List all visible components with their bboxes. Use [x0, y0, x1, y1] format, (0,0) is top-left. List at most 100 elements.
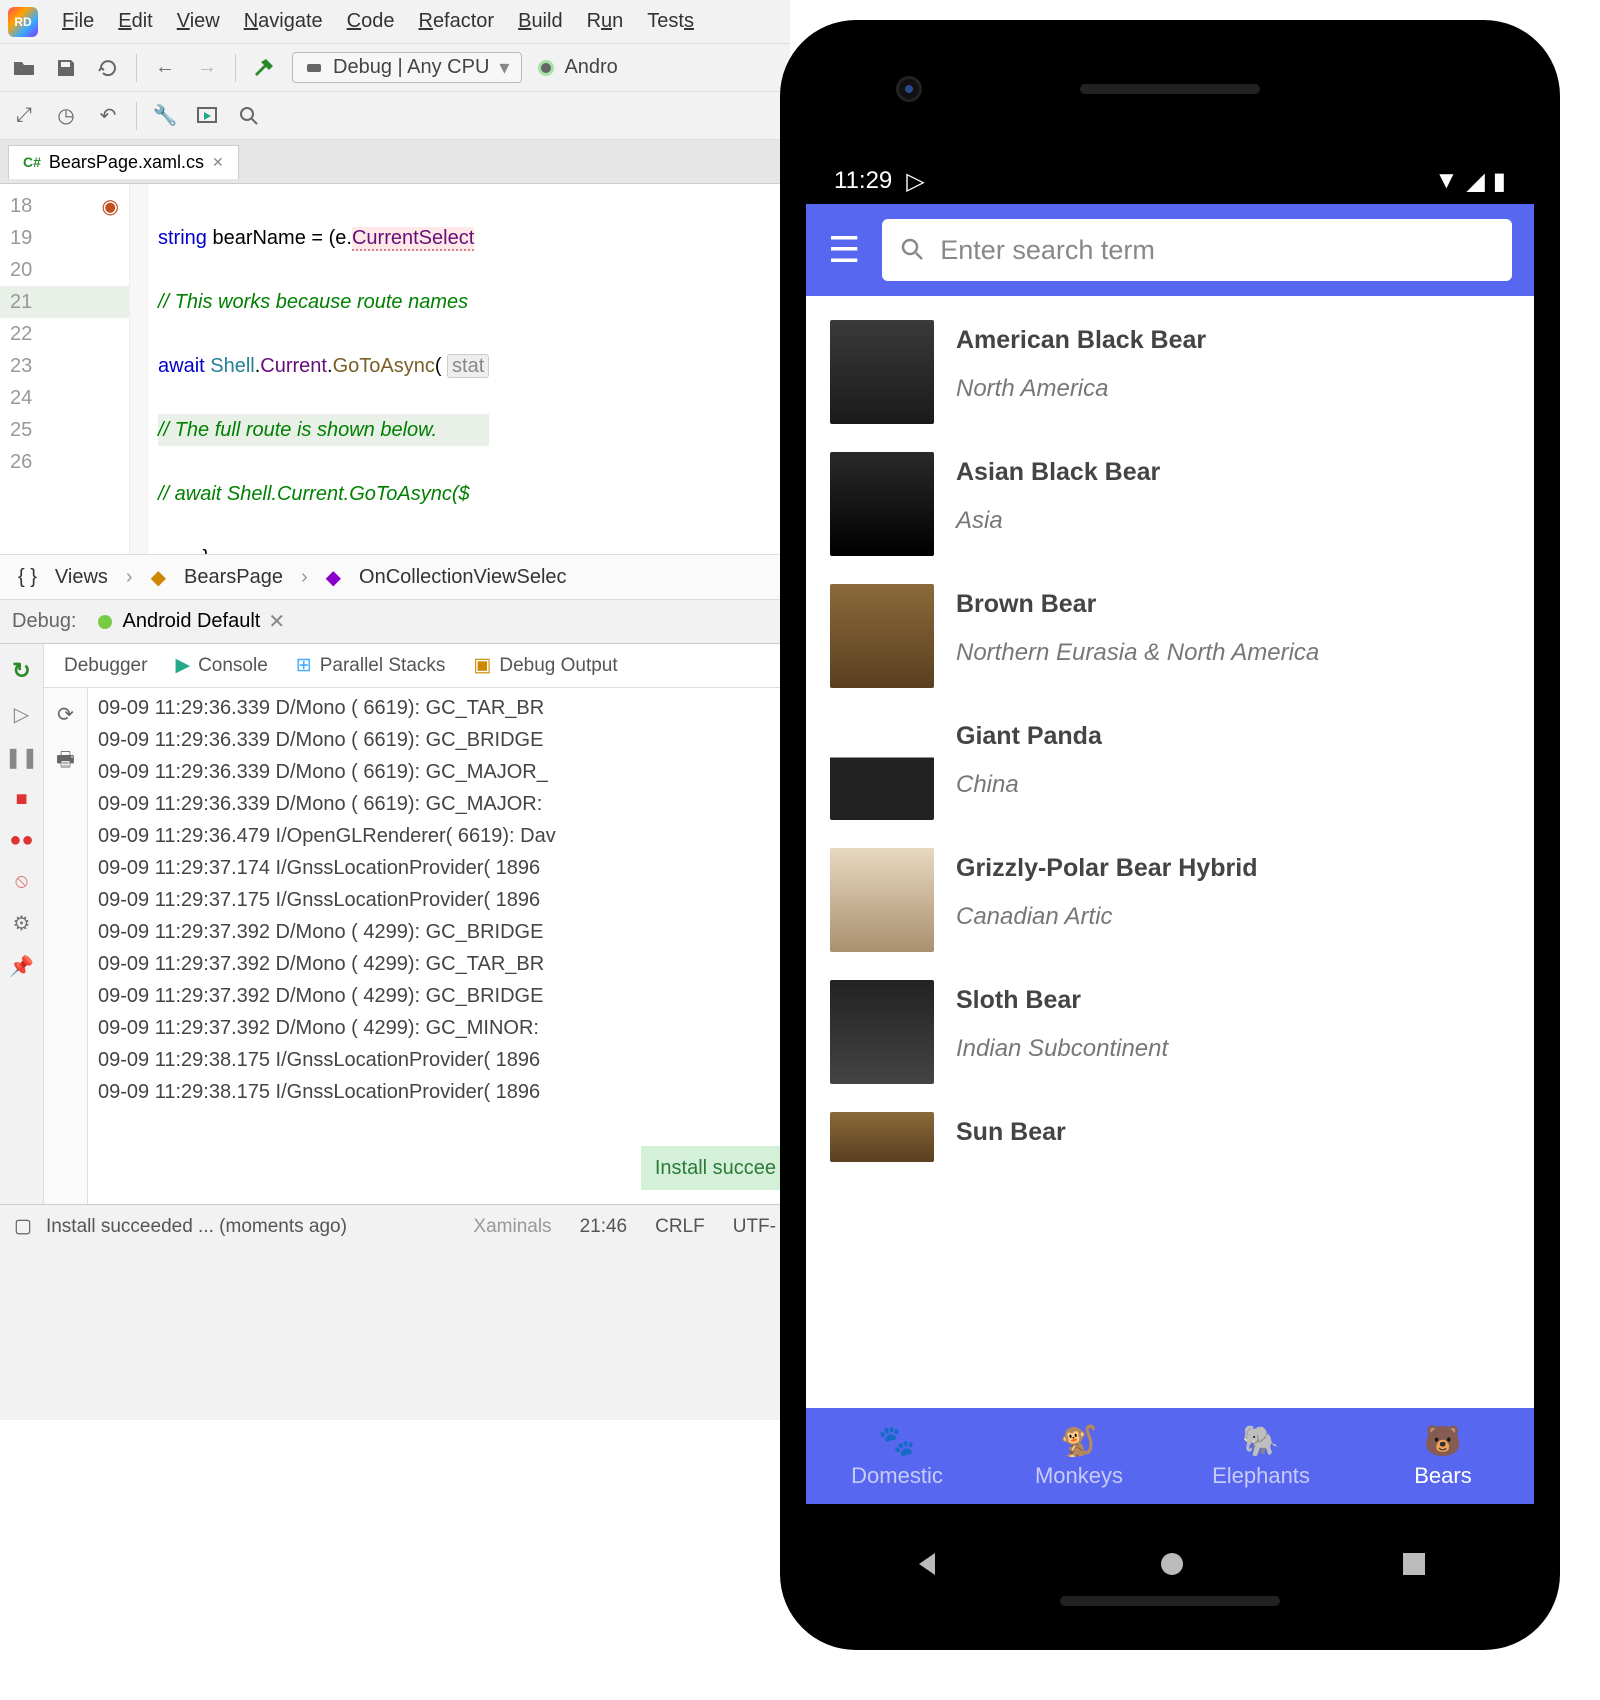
status-eol[interactable]: CRLF: [655, 1216, 705, 1238]
debug-label: Debug:: [12, 610, 77, 633]
crumb-method[interactable]: OnCollectionViewSelec: [359, 566, 567, 589]
console-output[interactable]: 09-09 11:29:36.339 D/Mono ( 6619): GC_TA…: [88, 688, 790, 1204]
open-icon[interactable]: [10, 54, 38, 82]
close-icon[interactable]: ✕: [212, 154, 224, 171]
search-icon: [900, 237, 926, 263]
ide-window: RD File Edit View Navigate Code Refactor…: [0, 0, 790, 1420]
forward-icon[interactable]: →: [193, 54, 221, 82]
save-icon[interactable]: [52, 54, 80, 82]
list-item[interactable]: Sun Bear: [830, 1112, 1510, 1162]
list-item[interactable]: Brown BearNorthern Eurasia & North Ameri…: [830, 584, 1510, 688]
panel-output[interactable]: ▣Debug Output: [473, 654, 617, 677]
menu-navigate[interactable]: Navigate: [244, 10, 323, 33]
console-controls: ⟳ 🖶: [44, 688, 88, 1204]
status-encoding[interactable]: UTF-: [733, 1216, 776, 1238]
list-item[interactable]: American Black BearNorth America: [830, 320, 1510, 424]
search-icon[interactable]: [235, 102, 263, 130]
bear-thumb: [830, 452, 934, 556]
panel-parallel[interactable]: ⊞Parallel Stacks: [296, 654, 446, 677]
tab-filename: BearsPage.xaml.cs: [49, 152, 204, 173]
android-icon: [95, 612, 115, 632]
elephant-icon: 🐘: [1242, 1424, 1279, 1459]
refresh-icon[interactable]: [94, 54, 122, 82]
tab-elephants[interactable]: 🐘Elephants: [1170, 1408, 1352, 1504]
resume-icon[interactable]: ▷: [14, 702, 29, 727]
home-button[interactable]: [1158, 1550, 1186, 1578]
bear-thumb: [830, 1112, 934, 1162]
run-target-icon[interactable]: [193, 102, 221, 130]
bear-thumb: [830, 320, 934, 424]
settings-icon[interactable]: ⚙: [13, 911, 31, 936]
breakpoint-icon[interactable]: ◉: [102, 194, 119, 219]
recents-button[interactable]: [1401, 1551, 1427, 1577]
debug-session-tab[interactable]: Android Default ✕: [95, 609, 286, 634]
search-input[interactable]: Enter search term: [882, 219, 1512, 281]
print-icon[interactable]: 🖶: [56, 745, 75, 779]
menu-refactor[interactable]: Refactor: [418, 10, 494, 33]
back-button[interactable]: [913, 1549, 943, 1579]
speaker-icon: [1080, 84, 1260, 94]
search-placeholder: Enter search term: [940, 235, 1155, 266]
stop-icon[interactable]: ■: [15, 788, 27, 811]
breadcrumb: { } Views › ◆ BearsPage › ◆ OnCollection…: [0, 554, 790, 600]
menu-file[interactable]: File: [62, 10, 94, 33]
menu-view[interactable]: View: [177, 10, 220, 33]
menu-build[interactable]: Build: [518, 10, 562, 33]
code-editor[interactable]: 18◉ 19 20 21 22 23 24 25 26 string bearN…: [0, 184, 790, 554]
phone-frame: 11:29 ▷ ▼ ◢ ▮ ☰ Enter search term Americ…: [780, 20, 1560, 1650]
rerun-icon[interactable]: ↻: [12, 658, 30, 684]
app-screen: ☰ Enter search term American Black BearN…: [806, 204, 1534, 1504]
step-icon[interactable]: ⟳: [57, 702, 74, 727]
csharp-icon: C#: [23, 154, 41, 170]
expand-icon[interactable]: ⤢: [10, 102, 38, 130]
clock-icon[interactable]: ◷: [52, 102, 80, 130]
method-icon: ◆: [326, 565, 341, 590]
run-config-label: Debug | Any CPU: [333, 56, 489, 79]
android-icon: [536, 58, 556, 78]
back-icon[interactable]: ←: [151, 54, 179, 82]
chevron-down-icon: ▾: [499, 55, 509, 80]
pin-icon[interactable]: 📌: [9, 954, 34, 979]
crumb-views[interactable]: Views: [55, 566, 108, 589]
class-icon: ◆: [151, 565, 166, 590]
gutter: 18◉ 19 20 21 22 23 24 25 26: [0, 184, 130, 554]
code-area[interactable]: string bearName = (e.CurrentSelect // Th…: [148, 184, 499, 554]
bear-thumb: [830, 584, 934, 688]
play-store-icon: ▷: [906, 167, 924, 196]
mute-icon[interactable]: ⦸: [15, 870, 28, 893]
menu-edit[interactable]: Edit: [118, 10, 152, 33]
menu-icon[interactable]: ☰: [828, 229, 860, 271]
battery-icon: ▮: [1493, 167, 1506, 196]
install-success-toast: Install succee: [641, 1146, 790, 1190]
wrench-icon[interactable]: 🔧: [151, 102, 179, 130]
list-item[interactable]: Giant PandaChina: [830, 716, 1510, 820]
rider-logo-icon: RD: [8, 7, 38, 37]
crumb-class[interactable]: BearsPage: [184, 566, 283, 589]
menu-tests[interactable]: Tests: [647, 10, 694, 33]
pause-icon[interactable]: ❚❚: [5, 745, 39, 770]
list-item[interactable]: Grizzly-Polar Bear HybridCanadian Artic: [830, 848, 1510, 952]
editor-tab[interactable]: C# BearsPage.xaml.cs ✕: [8, 145, 239, 179]
tab-bears[interactable]: 🐻Bears: [1352, 1408, 1534, 1504]
tab-monkeys[interactable]: 🐒Monkeys: [988, 1408, 1170, 1504]
breakpoints-icon[interactable]: ●●: [9, 829, 33, 852]
phone-status-bar: 11:29 ▷ ▼ ◢ ▮: [806, 158, 1534, 204]
menu-run[interactable]: Run: [587, 10, 624, 33]
undo-icon[interactable]: ↶: [94, 102, 122, 130]
fold-column: [130, 184, 148, 554]
wifi-icon: ▼: [1435, 167, 1459, 195]
run-target[interactable]: Andro: [536, 56, 617, 79]
list-item[interactable]: Sloth BearIndian Subcontinent: [830, 980, 1510, 1084]
panel-debugger[interactable]: Debugger: [64, 655, 147, 677]
build-icon[interactable]: [250, 54, 278, 82]
panel-console[interactable]: ▶Console: [175, 654, 267, 677]
menu-code[interactable]: Code: [347, 10, 395, 33]
list-item[interactable]: Asian Black BearAsia: [830, 452, 1510, 556]
layout-icon[interactable]: ▢: [14, 1215, 32, 1238]
run-config-dropdown[interactable]: Debug | Any CPU ▾: [292, 52, 522, 83]
tab-domestic[interactable]: 🐾Domestic: [806, 1408, 988, 1504]
bears-list[interactable]: American Black BearNorth America Asian B…: [806, 296, 1534, 1408]
close-icon[interactable]: ✕: [268, 609, 285, 634]
bear-icon: 🐻: [1424, 1424, 1461, 1459]
phone-time: 11:29: [834, 167, 892, 195]
